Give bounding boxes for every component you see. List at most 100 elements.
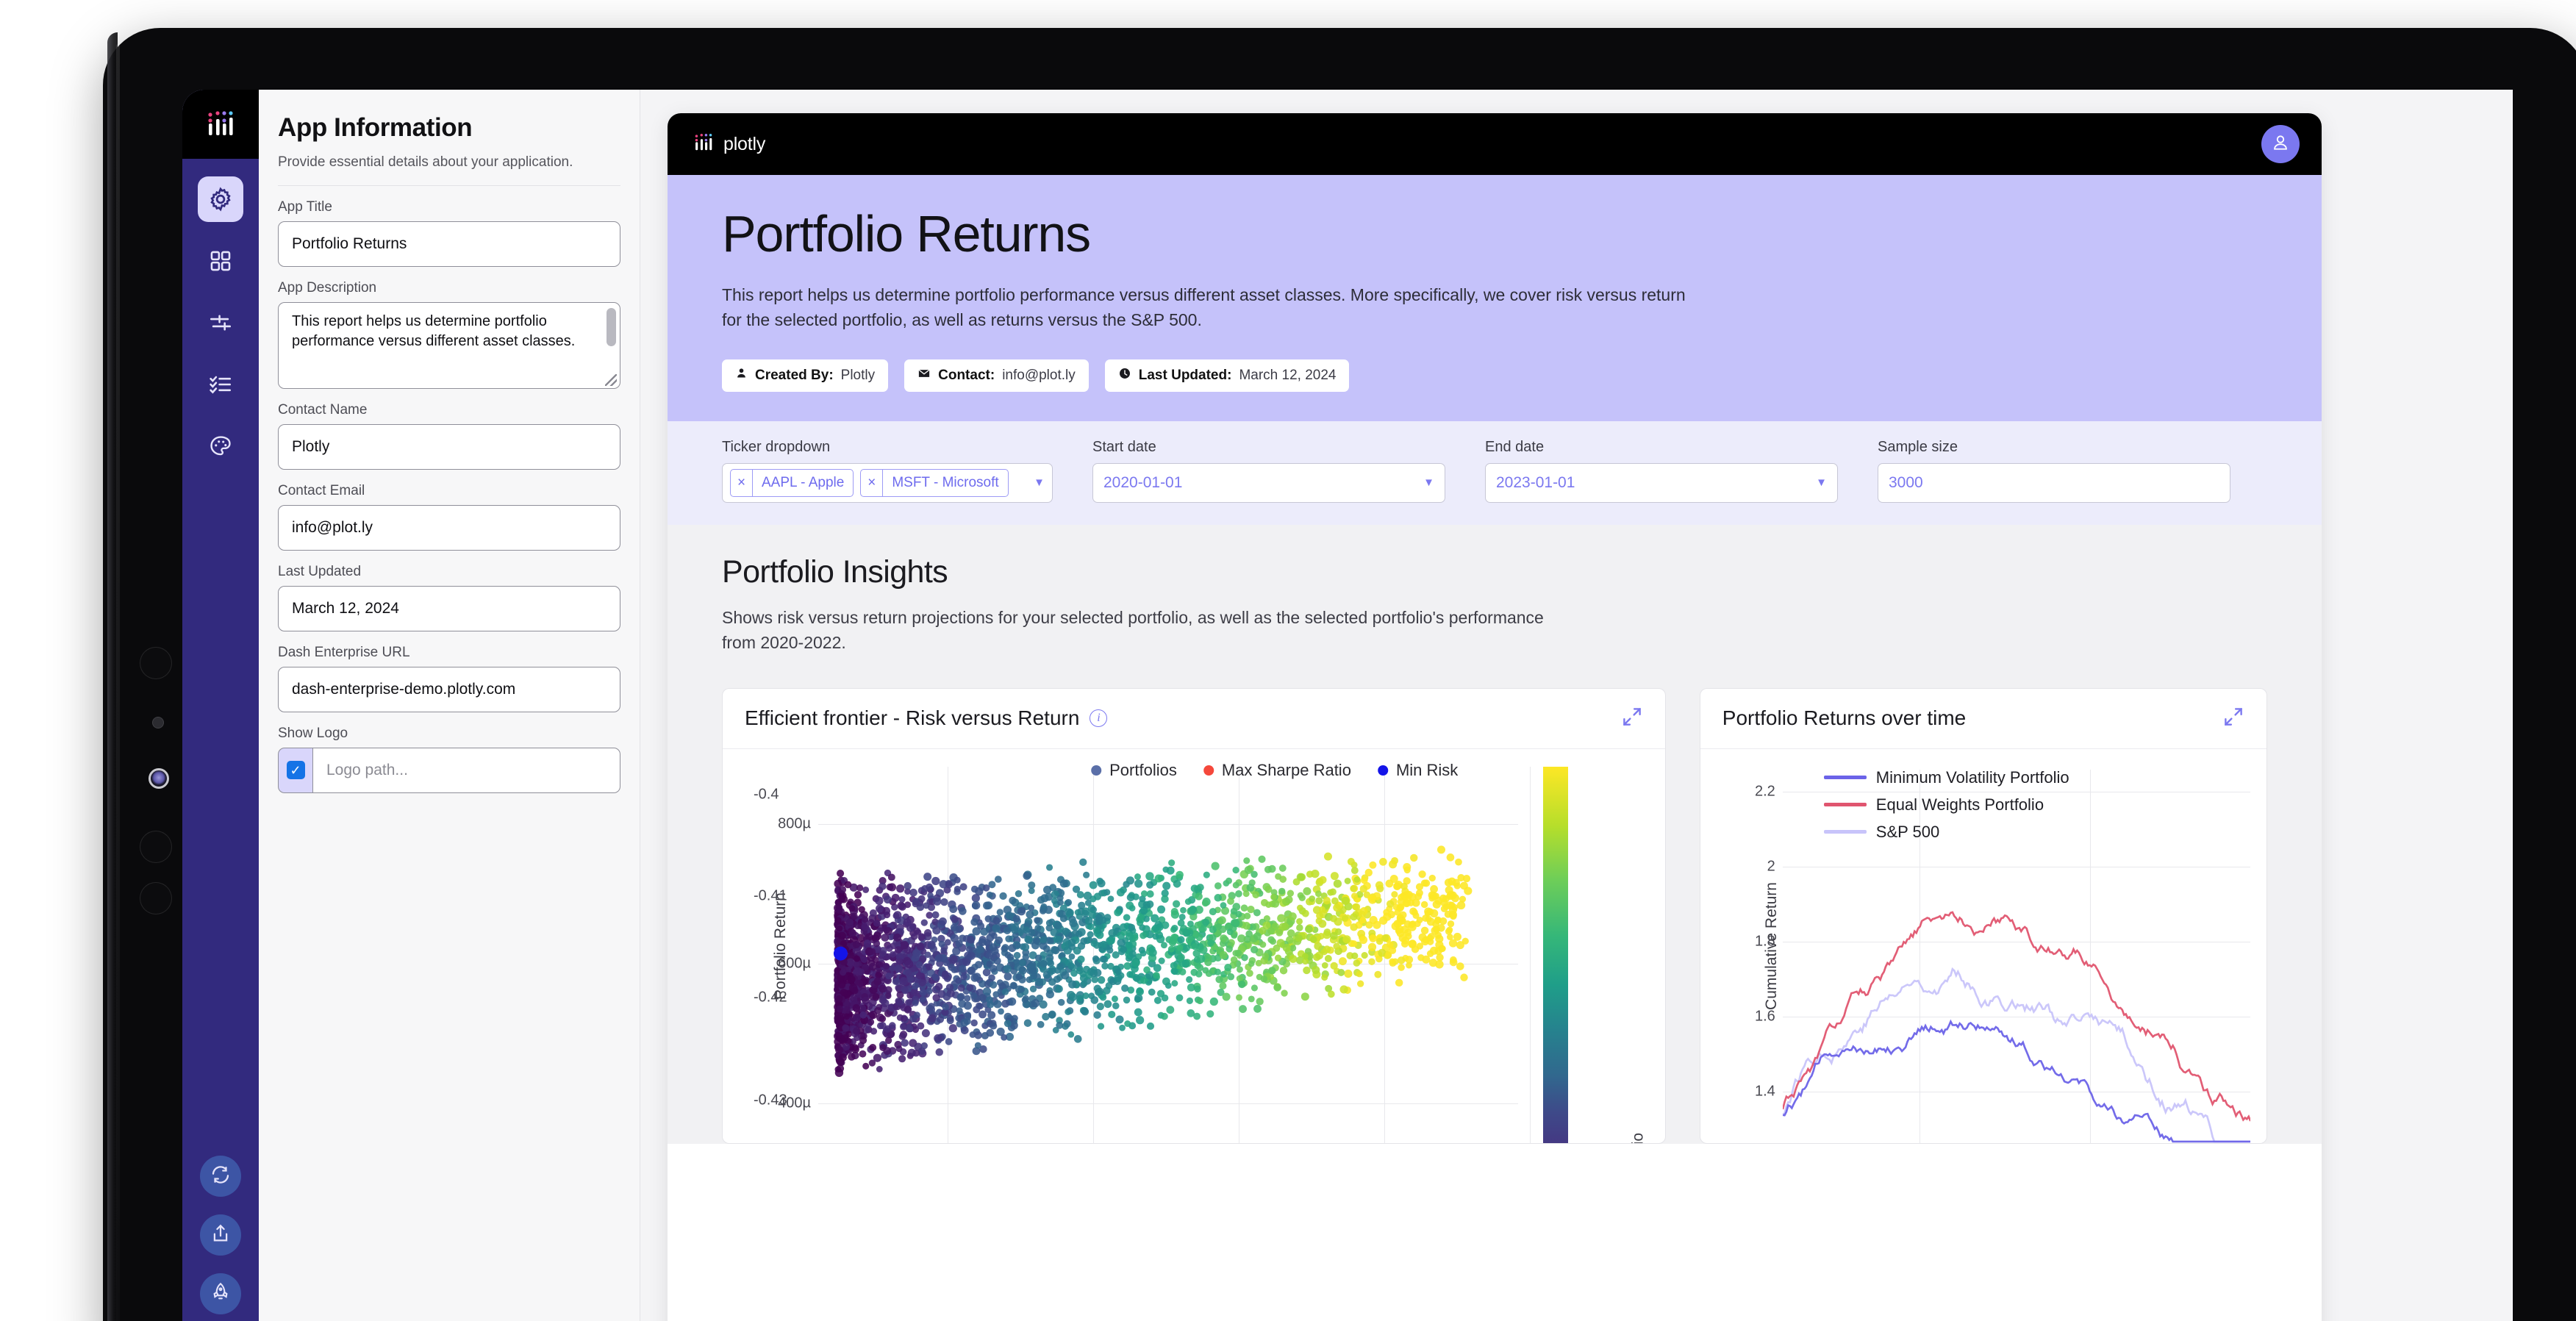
legend-item[interactable]: Max Sharpe Ratio [1203,761,1351,780]
device-side-button-bottom[interactable] [140,882,172,914]
field-show-logo: Show Logo ✓ Logo path... [278,726,620,793]
chevron-down-icon[interactable]: ▼ [1034,476,1045,489]
card-title: Efficient frontier - Risk versus Return [745,706,1080,729]
sidebar-item-controls[interactable] [198,300,243,346]
chart-cards: Efficient frontier - Risk versus Return … [668,655,2322,1144]
sidebar-item-layout[interactable] [198,238,243,284]
legend-item[interactable]: Minimum Volatility Portfolio [1823,768,2069,787]
start-date-select[interactable]: 2020-01-01 ▼ [1092,462,1445,503]
contact-email-input[interactable]: info@plot.ly [278,504,620,551]
gear-icon [207,185,235,213]
dash-url-input[interactable]: dash-enterprise-demo.plotly.com [278,666,620,712]
remove-tag-icon[interactable]: × [731,469,753,496]
sidebar-item-checklist[interactable] [198,362,243,407]
status-badge: Contact: info@plot.ly [904,359,1089,392]
sample-size-label: Sample size [1878,438,1958,455]
last-updated-input[interactable]: March 12, 2024 [278,585,620,631]
refresh-icon [210,1164,232,1189]
textarea-scrollbar[interactable] [607,307,616,346]
logo-path-input[interactable]: Logo path... [312,747,620,793]
colorbar [1542,766,1568,1143]
last-updated-label: Last Updated [278,563,362,579]
y-tick-label: 800µ [778,815,811,831]
device-side-button-middle[interactable] [140,831,172,863]
start-date-label: Start date [1092,438,1156,455]
returns-over-time-plot[interactable]: Minimum Volatility Portfolio Equal Weigh… [1700,749,2266,1143]
expand-icon[interactable] [2222,706,2244,731]
checkmark-icon: ✓ [286,761,305,780]
y-tick-label: 1.6 [1754,1008,1775,1024]
tablet-edge-highlight-inner [116,44,120,1321]
rocket-icon [210,1281,232,1307]
app-icon-rail [182,90,259,1321]
rail-nav-items [198,176,243,469]
user-icon [735,367,748,384]
brand-name: plotly [723,133,766,154]
grid-icon [208,248,233,273]
colorbar-tick: -0.42 [754,989,787,1005]
info-icon[interactable]: i [1090,709,1108,727]
colorbar-tick: -0.4 [754,786,779,802]
section-description: Shows risk versus return projections for… [722,607,1544,653]
hero-title: Portfolio Returns [722,205,1091,262]
show-logo-checkbox[interactable]: ✓ [278,747,312,793]
field-contact-email: Contact Email info@plot.ly [278,483,620,551]
legend-item[interactable]: Equal Weights Portfolio [1823,795,2069,815]
app-description-textarea[interactable]: This report helps us determine portfolio… [278,301,620,389]
sidebar-item-theme[interactable] [198,423,243,469]
rail-action-buttons [182,1156,259,1314]
min-risk-marker [833,946,848,961]
legend-label: Max Sharpe Ratio [1221,760,1351,779]
remove-tag-icon[interactable]: × [861,469,884,496]
device-side-button-top[interactable] [140,647,172,679]
legend-label: S&P 500 [1875,822,1940,841]
chevron-down-icon[interactable]: ▼ [1816,476,1827,489]
legend-item[interactable]: Min Risk [1377,760,1459,780]
legend-item[interactable]: S&P 500 [1823,822,2069,842]
card-returns-over-time: Portfolio Returns over time Minimum Vola… [1699,687,2267,1144]
contact-name-input[interactable]: Plotly [278,423,620,470]
resize-grip-icon[interactable] [605,373,617,386]
contact-name-label: Contact Name [278,401,368,418]
end-date-select[interactable]: 2023-01-01 ▼ [1485,462,1838,503]
badge-label: Contact: [938,367,995,383]
card-header: Portfolio Returns over time [1700,689,2266,749]
refresh-button[interactable] [200,1156,241,1197]
badge-value: March 12, 2024 [1239,367,1337,383]
sidebar-item-settings[interactable] [198,176,243,222]
colorbar-tick: -0.41 [754,887,787,903]
card-title-group: Efficient frontier - Risk versus Return … [745,706,1108,730]
legend-item[interactable]: Portfolios [1091,761,1177,780]
show-logo-label: Show Logo [278,725,348,741]
ticker-tag: × AAPL - Apple [730,468,854,497]
app-title-input[interactable]: Portfolio Returns [278,221,620,267]
plotly-logo-icon [693,132,715,157]
insights-section-header: Portfolio Insights Shows risk versus ret… [668,524,2322,656]
share-button[interactable] [200,1214,241,1256]
dash-url-label: Dash Enterprise URL [278,644,410,660]
start-date-value: 2020-01-01 [1103,473,1183,491]
scatter-highlight-markers [833,946,848,961]
legend-swatch [1203,765,1214,776]
legend-label: Min Risk [1395,760,1459,779]
avatar[interactable] [2261,125,2300,163]
status-badge: Last Updated: March 12, 2024 [1104,359,1350,392]
field-last-updated: Last Updated March 12, 2024 [278,564,620,631]
expand-icon[interactable] [1621,706,1643,731]
hero-description: This report helps us determine portfolio… [722,284,1686,330]
device-camera [149,768,169,789]
tablet-screen: App Information Provide essential detail… [182,90,2513,1321]
legend-swatch [1823,830,1867,834]
app-description-value: This report helps us determine portfolio… [292,312,576,349]
chevron-down-icon[interactable]: ▼ [1423,476,1434,489]
app-title-label: App Title [278,198,332,215]
y-tick-label: 600µ [778,955,811,971]
hero-banner: Portfolio Returns This report helps us d… [668,175,2322,421]
ticker-multiselect[interactable]: × AAPL - Apple × MSFT - Microsoft ▼ [722,462,1053,503]
sliders-icon [208,310,233,335]
efficient-frontier-plot[interactable]: Portfolios Max Sharpe Ratio Min Risk Por… [723,749,1665,1143]
sample-size-input[interactable]: 3000 [1878,462,2230,503]
chart-legend: Minimum Volatility Portfolio Equal Weigh… [1823,768,2069,842]
deploy-button[interactable] [200,1273,241,1314]
share-icon [210,1222,232,1248]
